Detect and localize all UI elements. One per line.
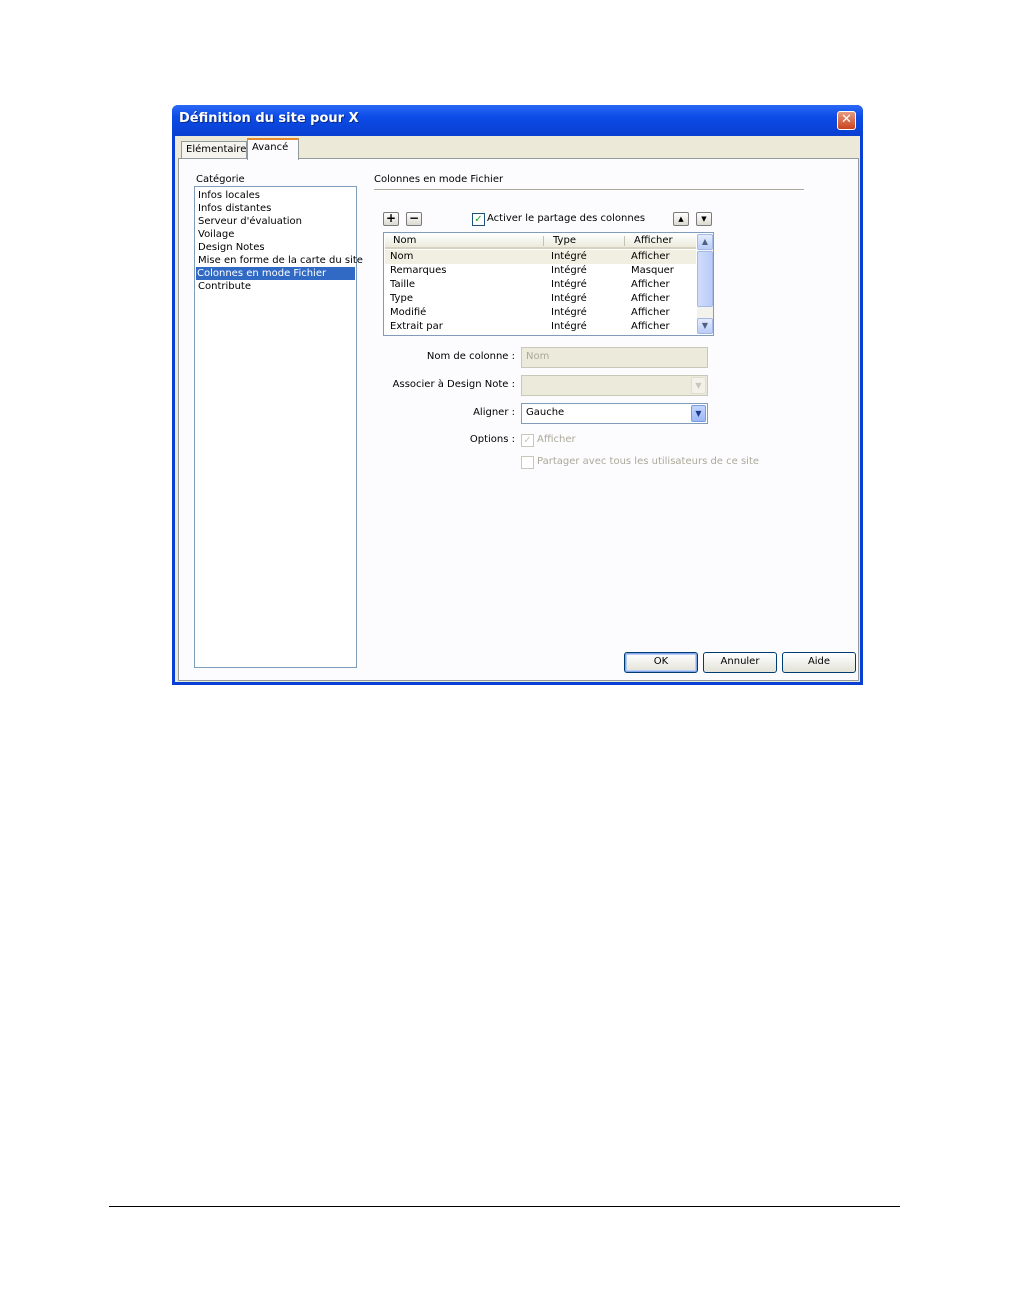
category-item-voilage[interactable]: Voilage — [197, 228, 234, 241]
cell-afficher: Afficher — [631, 279, 670, 290]
share-column-label: Partager avec tous les utilisateurs de c… — [537, 456, 760, 467]
cell-afficher: Afficher — [631, 321, 670, 332]
column-name-label: Nom de colonne : — [426, 351, 515, 362]
tab-label: Elémentaire — [186, 144, 247, 155]
cell-type: Intégré — [551, 265, 587, 276]
checkmark-icon: ✓ — [474, 214, 483, 225]
design-note-select[interactable]: ▼ — [521, 375, 708, 396]
chevron-down-icon[interactable]: ▼ — [691, 405, 706, 422]
enable-sharing-checkbox[interactable]: ✓ — [472, 213, 485, 226]
columns-table[interactable]: Nom Type Afficher Nom Intégré Afficher R… — [383, 232, 714, 336]
cell-nom: Remarques — [390, 265, 447, 276]
remove-column-button[interactable]: − — [406, 212, 422, 226]
category-label: Catégorie — [196, 174, 245, 185]
chevron-up-icon: ▲ — [701, 237, 709, 246]
panel-heading: Colonnes en mode Fichier — [374, 174, 504, 185]
category-item-serveur-evaluation[interactable]: Serveur d'évaluation — [197, 215, 302, 228]
align-select[interactable]: Gauche ▼ — [521, 403, 708, 424]
category-list[interactable]: Infos locales Infos distantes Serveur d'… — [194, 186, 363, 668]
column-name-field[interactable]: Nom — [521, 347, 708, 368]
align-value: Gauche — [526, 407, 565, 418]
plus-icon: + — [385, 211, 397, 225]
cell-nom: Modifié — [390, 307, 427, 318]
cell-nom: Extrait par — [390, 321, 443, 332]
cell-afficher: Afficher — [631, 307, 670, 318]
table-row[interactable]: Nom Intégré Afficher — [385, 250, 696, 264]
cell-nom: Taille — [390, 279, 416, 290]
dialog-title: Définition du site pour X — [179, 111, 359, 126]
column-header-type[interactable]: Type — [553, 235, 576, 246]
column-header-nom[interactable]: Nom — [393, 235, 416, 246]
category-item-infos-distantes[interactable]: Infos distantes — [197, 202, 271, 215]
column-separator — [624, 236, 625, 246]
scroll-up-button[interactable]: ▲ — [697, 234, 713, 250]
table-header: Nom Type Afficher — [385, 234, 696, 249]
show-column-label: Afficher — [537, 434, 576, 445]
category-item-design-notes[interactable]: Design Notes — [197, 241, 265, 254]
show-column-checkbox[interactable]: ✓ — [521, 434, 534, 447]
tab-panel-avance: Catégorie Infos locales Infos distantes … — [178, 158, 859, 681]
table-row[interactable]: Type Intégré Afficher — [385, 292, 696, 306]
minus-icon: − — [408, 211, 420, 225]
chevron-down-icon: ▼ — [701, 321, 709, 330]
category-item-colonnes-mode-fichier[interactable]: Colonnes en mode Fichier — [196, 267, 355, 280]
category-item-carte-du-site[interactable]: Mise en forme de la carte du site — [197, 254, 363, 267]
table-row[interactable]: Remarques Intégré Masquer — [385, 264, 696, 278]
tab-label: Avancé — [252, 142, 289, 153]
cell-afficher: Afficher — [631, 293, 670, 304]
align-label: Aligner : — [473, 407, 515, 418]
move-up-button[interactable]: ▲ — [673, 212, 689, 226]
help-button[interactable]: Aide — [782, 652, 856, 673]
enable-sharing-label: Activer le partage des colonnes — [487, 213, 646, 224]
checkmark-icon: ✓ — [523, 435, 532, 446]
cancel-button[interactable]: Annuler — [703, 652, 777, 673]
cell-type: Intégré — [551, 279, 587, 290]
category-item-contribute[interactable]: Contribute — [197, 280, 251, 293]
category-item-infos-locales[interactable]: Infos locales — [197, 189, 260, 202]
design-note-label: Associer à Design Note : — [392, 379, 515, 390]
column-separator — [543, 236, 544, 246]
cell-type: Intégré — [551, 307, 587, 318]
options-label: Options : — [469, 434, 515, 445]
dialog-body: Elémentaire Avancé Catégorie Infos local… — [175, 136, 860, 682]
table-row[interactable]: Modifié Intégré Afficher — [385, 306, 696, 320]
ok-button[interactable]: OK — [624, 652, 698, 673]
cell-type: Intégré — [551, 293, 587, 304]
heading-divider — [374, 189, 804, 191]
cell-type: Intégré — [551, 321, 587, 332]
cell-afficher: Afficher — [631, 251, 670, 262]
tab-elementaire[interactable]: Elémentaire — [181, 141, 247, 159]
cell-nom: Type — [390, 293, 413, 304]
cell-nom: Nom — [390, 251, 414, 262]
tab-avance[interactable]: Avancé — [247, 138, 299, 160]
table-row[interactable]: Extrait par Intégré Afficher — [385, 320, 696, 334]
close-icon[interactable]: ✕ — [837, 111, 856, 130]
share-column-checkbox[interactable] — [521, 456, 534, 469]
chevron-down-icon[interactable]: ▼ — [691, 377, 706, 394]
table-row[interactable]: Taille Intégré Afficher — [385, 278, 696, 292]
scroll-thumb[interactable] — [697, 251, 713, 307]
cell-afficher: Masquer — [631, 265, 674, 276]
move-down-button[interactable]: ▼ — [696, 212, 712, 226]
page-footer-rule — [109, 1206, 900, 1207]
arrow-down-icon: ▼ — [701, 215, 707, 223]
site-definition-dialog: Définition du site pour X ✕ Elémentaire … — [172, 105, 863, 685]
title-bar[interactable]: Définition du site pour X ✕ — [172, 105, 863, 136]
column-header-afficher[interactable]: Afficher — [634, 235, 673, 246]
cell-type: Intégré — [551, 251, 587, 262]
scroll-down-button[interactable]: ▼ — [697, 318, 713, 334]
arrow-up-icon: ▲ — [678, 215, 684, 223]
add-column-button[interactable]: + — [383, 212, 399, 226]
table-scrollbar[interactable]: ▲ ▼ — [697, 234, 713, 334]
